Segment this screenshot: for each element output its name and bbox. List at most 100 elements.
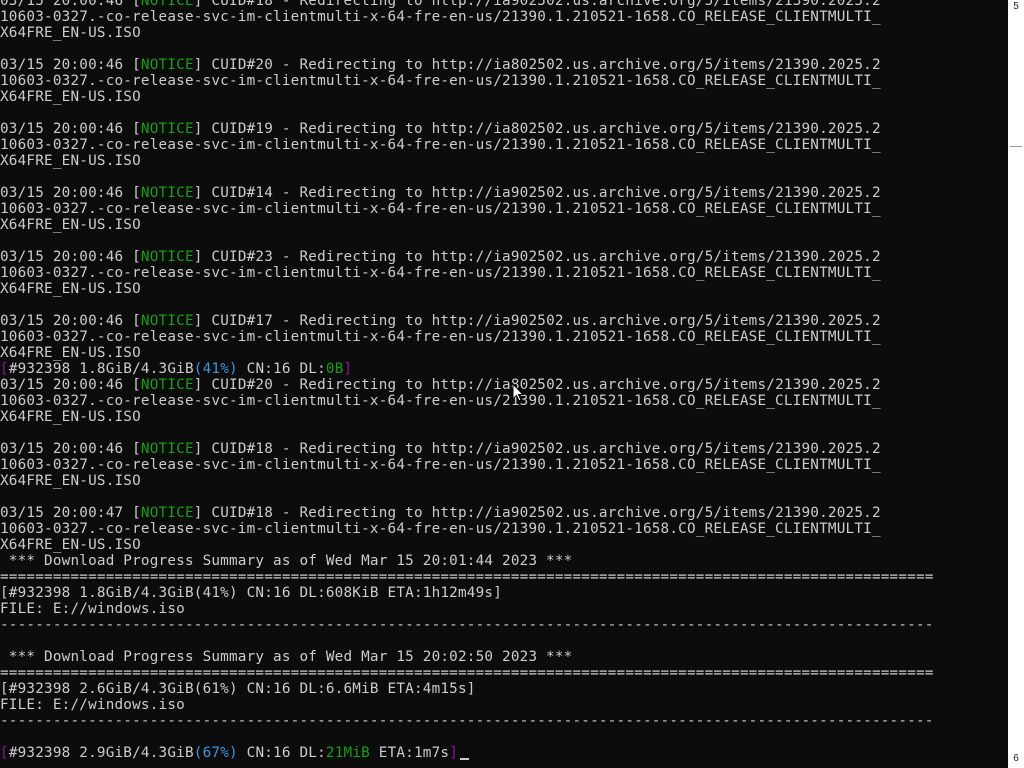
line-segment: ] CUID#17 - Redirecting to http://ia9025…: [193, 313, 881, 329]
line-segment: 10603-0327.-co-release-svc-im-clientmult…: [0, 521, 881, 537]
terminal-line: X64FRE_EN-US.ISO: [0, 473, 141, 489]
terminal-line: 03/15 20:00:46 [NOTICE] CUID#20 - Redire…: [0, 377, 881, 393]
line-segment-notice: NOTICE: [140, 377, 194, 393]
line-segment: ========================================…: [0, 665, 934, 681]
terminal-line: X64FRE_EN-US.ISO: [0, 345, 141, 361]
line-segment-notice: NOTICE: [140, 57, 194, 73]
terminal-line: FILE: E://windows.iso: [0, 697, 185, 713]
terminal-line: [#932398 2.6GiB/4.3GiB(61%) CN:16 DL:6.6…: [0, 681, 476, 697]
line-segment: X64FRE_EN-US.ISO: [0, 281, 141, 297]
terminal-line: X64FRE_EN-US.ISO: [0, 281, 141, 297]
scrollbar-thumb-tick: [1010, 146, 1022, 147]
terminal-line: FILE: E://windows.iso: [0, 601, 185, 617]
line-segment: 03/15 20:00:46 [: [0, 185, 141, 201]
terminal-line: ----------------------------------------…: [0, 713, 934, 729]
line-segment: 10603-0327.-co-release-svc-im-clientmult…: [0, 457, 881, 473]
terminal-line: 03/15 20:00:46 [NOTICE] CUID#17 - Redire…: [0, 313, 881, 329]
line-segment-cyan: (41%): [193, 361, 238, 377]
line-segment: ] CUID#18 - Redirecting to http://ia9025…: [193, 441, 881, 457]
line-segment: ETA:1m7s: [369, 745, 450, 761]
terminal-line: X64FRE_EN-US.ISO: [0, 153, 141, 169]
terminal-line: ========================================…: [0, 569, 934, 585]
terminal-line: 10603-0327.-co-release-svc-im-clientmult…: [0, 9, 881, 25]
scrollbar-top-marker: 5: [1013, 1, 1019, 12]
line-segment: 10603-0327.-co-release-svc-im-clientmult…: [0, 73, 881, 89]
line-segment-notice: NOTICE: [140, 441, 194, 457]
line-segment: [#932398 2.6GiB/4.3GiB(61%) CN:16 DL:6.6…: [0, 681, 476, 697]
line-segment: #932398 1.8GiB/4.3GiB: [8, 361, 194, 377]
terminal-line: X64FRE_EN-US.ISO: [0, 89, 141, 105]
terminal-line: *** Download Progress Summary as of Wed …: [0, 649, 572, 665]
line-segment: *** Download Progress Summary as of Wed …: [0, 553, 573, 569]
terminal-line: 03/15 20:00:47 [NOTICE] CUID#18 - Redire…: [0, 505, 881, 521]
terminal-line: 03/15 20:00:46 [NOTICE] CUID#20 - Redire…: [0, 57, 881, 73]
terminal-line: 10603-0327.-co-release-svc-im-clientmult…: [0, 521, 881, 537]
scrollbar[interactable]: 5 6: [1008, 0, 1024, 768]
line-segment-cyan: (67%): [193, 745, 238, 761]
terminal-line: [#932398 1.8GiB/4.3GiB(41%) CN:16 DL:0B]: [0, 361, 352, 377]
line-segment: ] CUID#19 - Redirecting to http://ia8025…: [193, 121, 881, 137]
line-segment-green: 0B: [325, 361, 344, 377]
terminal-line: *** Download Progress Summary as of Wed …: [0, 553, 572, 569]
line-segment-notice: NOTICE: [140, 249, 194, 265]
terminal-line: 10603-0327.-co-release-svc-im-clientmult…: [0, 201, 881, 217]
line-segment-magenta: ]: [449, 745, 459, 761]
line-segment: ] CUID#20 - Redirecting to http://ia8025…: [193, 377, 881, 393]
terminal-line: 03/15 20:00:46 [NOTICE] CUID#18 - Redire…: [0, 0, 881, 9]
line-segment: X64FRE_EN-US.ISO: [0, 89, 141, 105]
line-segment: FILE: E://windows.iso: [0, 601, 185, 617]
terminal-line: 10603-0327.-co-release-svc-im-clientmult…: [0, 393, 881, 409]
line-segment: 03/15 20:00:46 [: [0, 441, 141, 457]
line-segment-notice: NOTICE: [140, 313, 194, 329]
line-segment: 03/15 20:00:46 [: [0, 377, 141, 393]
line-segment: ----------------------------------------…: [0, 617, 934, 633]
terminal-line: ----------------------------------------…: [0, 617, 934, 633]
terminal-line: 10603-0327.-co-release-svc-im-clientmult…: [0, 73, 881, 89]
line-segment: FILE: E://windows.iso: [0, 697, 185, 713]
terminal-line: [#932398 1.8GiB/4.3GiB(41%) CN:16 DL:608…: [0, 585, 502, 601]
terminal-line: 10603-0327.-co-release-svc-im-clientmult…: [0, 329, 881, 345]
line-segment: 03/15 20:00:46 [: [0, 57, 141, 73]
line-segment-notice: NOTICE: [140, 0, 194, 9]
line-segment-green: 21MiB: [325, 745, 370, 761]
line-segment: CN:16 DL:: [237, 745, 326, 761]
mouse-pointer-icon: [512, 383, 525, 402]
line-segment: 10603-0327.-co-release-svc-im-clientmult…: [0, 137, 881, 153]
line-segment: X64FRE_EN-US.ISO: [0, 25, 141, 41]
line-segment: 10603-0327.-co-release-svc-im-clientmult…: [0, 201, 881, 217]
terminal-line: [#932398 2.9GiB/4.3GiB(67%) CN:16 DL:21M…: [0, 745, 470, 761]
line-segment: #932398 2.9GiB/4.3GiB: [8, 745, 194, 761]
line-segment: X64FRE_EN-US.ISO: [0, 153, 141, 169]
terminal-line: 10603-0327.-co-release-svc-im-clientmult…: [0, 457, 881, 473]
line-segment: X64FRE_EN-US.ISO: [0, 537, 141, 553]
line-segment-magenta: ]: [343, 361, 353, 377]
line-segment: [#932398 1.8GiB/4.3GiB(41%) CN:16 DL:608…: [0, 585, 503, 601]
line-segment: ] CUID#18 - Redirecting to http://ia9025…: [193, 0, 881, 9]
line-segment: 03/15 20:00:46 [: [0, 121, 141, 137]
terminal-line: 03/15 20:00:46 [NOTICE] CUID#19 - Redire…: [0, 121, 881, 137]
terminal-line: 03/15 20:00:46 [NOTICE] CUID#23 - Redire…: [0, 249, 881, 265]
line-segment: X64FRE_EN-US.ISO: [0, 409, 141, 425]
terminal-line: X64FRE_EN-US.ISO: [0, 409, 141, 425]
line-segment: 10603-0327.-co-release-svc-im-clientmult…: [0, 393, 881, 409]
terminal-line: X64FRE_EN-US.ISO: [0, 217, 141, 233]
line-segment-notice: NOTICE: [140, 185, 194, 201]
line-segment: ----------------------------------------…: [0, 713, 934, 729]
line-segment: X64FRE_EN-US.ISO: [0, 217, 141, 233]
terminal-line: ========================================…: [0, 665, 934, 681]
line-segment-notice: NOTICE: [140, 505, 194, 521]
line-segment-magenta: [: [0, 745, 9, 761]
terminal-line: 03/15 20:00:46 [NOTICE] CUID#18 - Redire…: [0, 441, 881, 457]
line-segment-magenta: [: [0, 361, 9, 377]
line-segment: 03/15 20:00:47 [: [0, 505, 141, 521]
line-segment: *** Download Progress Summary as of Wed …: [0, 649, 573, 665]
terminal-line: 10603-0327.-co-release-svc-im-clientmult…: [0, 137, 881, 153]
text-cursor: [460, 758, 470, 760]
terminal-line: 10603-0327.-co-release-svc-im-clientmult…: [0, 265, 881, 281]
line-segment: ========================================…: [0, 569, 934, 585]
line-segment: X64FRE_EN-US.ISO: [0, 473, 141, 489]
line-segment: X64FRE_EN-US.ISO: [0, 345, 141, 361]
terminal-window[interactable]: 03/15 20:00:46 [NOTICE] CUID#18 - Redire…: [0, 0, 1008, 768]
scrollbar-bottom-marker: 6: [1013, 753, 1019, 764]
line-segment: ] CUID#14 - Redirecting to http://ia9025…: [193, 185, 881, 201]
